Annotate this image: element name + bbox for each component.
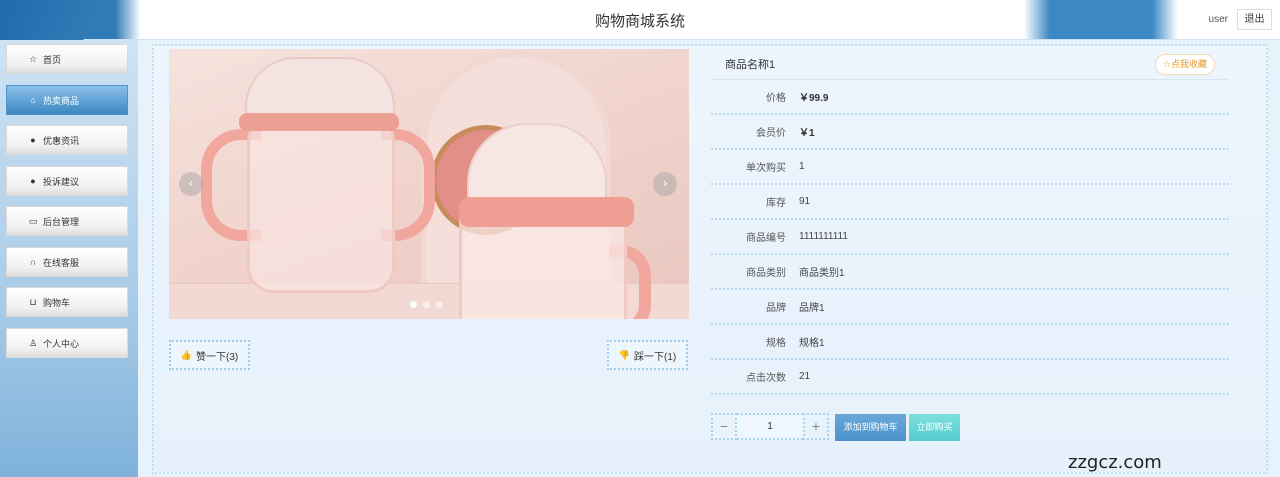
product-name-row: 商品名称1 ☆点我收藏 [711,49,1229,80]
field-value: 品牌1 [799,303,825,314]
dislike-button[interactable]: 👎 踩一下(1) [607,340,688,370]
like-button[interactable]: 👍 赞一下(3) [169,340,250,370]
field-value: 91 [799,196,811,207]
cart-icon: ⊔ [29,296,37,307]
field-label: 商品编号 [746,233,786,244]
product-image-carousel[interactable]: ‹ › [169,49,689,319]
sidebar-item-support[interactable]: ∩ 在线客服 [6,247,128,277]
field-brand: 品牌 品牌1 [711,290,1229,325]
product-bottle [247,107,395,293]
carousel-dot[interactable] [436,301,443,308]
app-title: 购物商城系统 [594,13,685,30]
carousel-indicators [410,301,443,308]
carousel-dot[interactable] [423,301,430,308]
sidebar-item-label: 个人中心 [43,338,80,349]
field-price: 价格 ￥99.9 [711,80,1229,115]
field-click-count: 点击次数 21 [711,360,1229,395]
sidebar-item-profile[interactable]: ♙ 个人中心 [6,328,128,358]
field-value: ￥1 [799,128,815,139]
bottle-collar [239,113,399,131]
briefcase-icon: ▭ [28,215,38,226]
sidebar-item-label: 后台管理 [43,216,80,227]
thumbs-up-icon: 👍 [180,349,192,360]
field-member-price: 会员价 ￥1 [711,115,1229,150]
sidebar-item-home[interactable]: ☆ 首页 [6,44,128,74]
headset-icon: ∩ [29,257,37,267]
carousel-next-button[interactable]: › [653,172,677,196]
question-icon: ● [30,176,36,186]
field-value: ￥99.9 [799,93,829,104]
sidebar-item-label: 首页 [43,54,62,65]
sidebar-item-news[interactable]: ● 优惠资讯 [6,125,128,155]
sidebar-item-label: 热卖商品 [43,95,80,106]
field-spec: 规格 规格1 [711,325,1229,360]
sidebar-item-label: 投诉建议 [43,176,80,187]
sidebar-item-cart[interactable]: ⊔ 购物车 [6,287,128,317]
info-icon: ● [30,135,36,145]
field-label: 单次购买 [746,163,786,174]
like-label: 赞一下(3) [195,351,239,363]
field-label: 会员价 [756,128,786,139]
sidebar: ☆ 首页 ⌂ 热卖商品 ● 优惠资讯 ● 投诉建议 ▭ 后台管理 ∩ 在线客服 … [0,40,138,477]
quantity-decrease-button[interactable]: − [711,413,737,440]
thumbs-down-icon: 👎 [618,349,630,360]
field-stock: 库存 91 [711,185,1229,220]
sidebar-item-label: 购物车 [43,297,71,308]
dislike-label: 踩一下(1) [633,351,677,363]
watermark-text: zzgcz.com [1068,452,1162,473]
quantity-input[interactable]: 1 [737,413,803,440]
quantity-stepper: − 1 + [711,413,829,440]
add-to-cart-button[interactable]: 添加到购物车 [835,414,906,441]
field-value: 21 [799,371,811,382]
field-category: 商品类别 商品类别1 [711,255,1229,290]
field-value: 1111111111 [799,231,848,242]
lock-icon: ⌂ [30,95,36,105]
star-icon: ☆ [28,53,38,64]
field-value: 商品类别1 [799,268,845,279]
carousel-prev-button[interactable]: ‹ [179,172,203,196]
sidebar-item-feedback[interactable]: ● 投诉建议 [6,166,128,196]
bottle-collar [459,197,634,227]
product-details: 商品名称1 ☆点我收藏 价格 ￥99.9 会员价 ￥1 单次购买 1 库存 91… [711,49,1229,395]
quantity-increase-button[interactable]: + [803,413,829,440]
field-label: 规格 [766,338,786,349]
sidebar-item-hot-products[interactable]: ⌂ 热卖商品 [6,85,128,115]
field-label: 库存 [766,198,786,209]
user-icon: ♙ [28,337,38,348]
favorite-button[interactable]: ☆点我收藏 [1154,53,1215,75]
field-value: 规格1 [799,338,825,349]
field-value: 1 [799,161,805,172]
field-single-purchase: 单次购买 1 [711,150,1229,185]
logout-button[interactable]: 退出 [1237,9,1272,30]
field-label: 价格 [766,93,786,104]
current-user: user [1208,14,1228,25]
buy-now-button[interactable]: 立即购买 [909,414,960,441]
sidebar-item-label: 优惠资讯 [43,135,80,146]
bottle-lid [245,57,395,121]
field-label: 点击次数 [746,373,786,384]
top-header: 购物商城系统 user 退出 [0,0,1280,40]
sidebar-item-label: 在线客服 [43,257,80,268]
field-product-code: 商品编号 1111111111 [711,220,1229,255]
field-label: 商品类别 [746,268,786,279]
field-label: 品牌 [766,303,786,314]
product-name: 商品名称1 [725,59,776,71]
carousel-dot[interactable] [410,301,417,308]
sidebar-item-admin[interactable]: ▭ 后台管理 [6,206,128,236]
